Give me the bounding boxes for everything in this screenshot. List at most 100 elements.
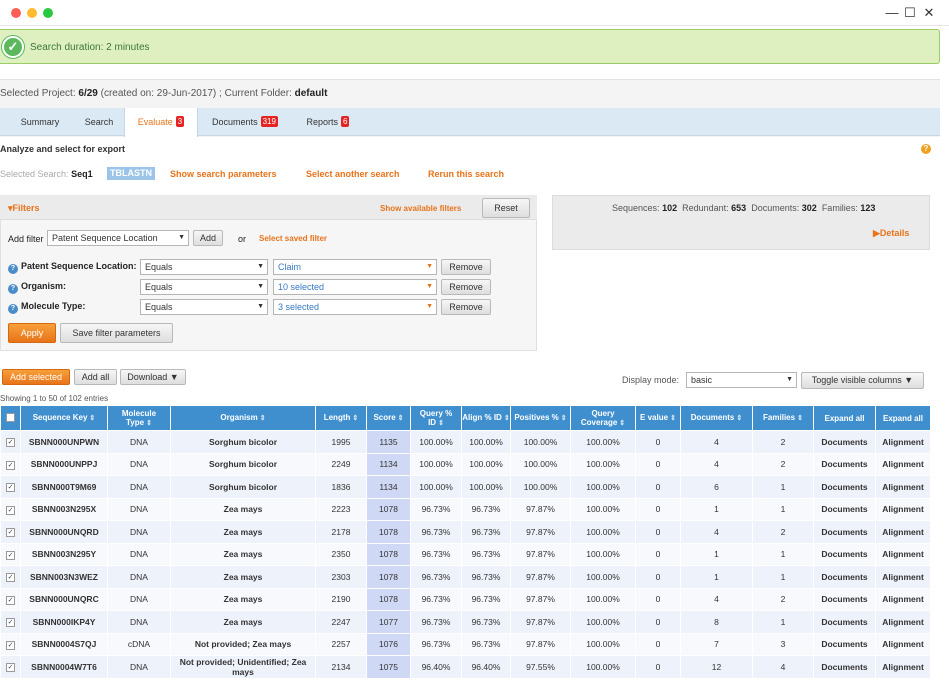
select-saved-filter-link[interactable]: Select saved filter	[259, 234, 327, 243]
col-score[interactable]: Score ⇕	[366, 405, 411, 431]
checkbox[interactable]: ✓	[6, 460, 15, 470]
cell-sequence-key[interactable]: SBNN003N3WEZ	[20, 565, 108, 589]
rerun-search-link[interactable]: Rerun this search	[428, 169, 504, 179]
cell-sequence-key[interactable]: SBNN000UNQRC	[20, 587, 108, 611]
add-selected-button[interactable]: Add selected	[2, 369, 70, 385]
checkbox[interactable]: ✓	[6, 663, 15, 673]
alignment-link[interactable]: Alignment	[875, 520, 931, 544]
col-organism[interactable]: Organism ⇕	[170, 405, 316, 431]
filter-value-organism[interactable]: 10 selected ▼	[273, 279, 437, 295]
documents-link[interactable]: Documents	[813, 587, 876, 611]
col-align-id[interactable]: Align % ID ⇕	[461, 405, 511, 431]
maximize-dot[interactable]	[43, 8, 53, 18]
checkbox[interactable]: ✓	[6, 483, 15, 493]
cell-organism[interactable]: Zea mays	[170, 587, 316, 611]
reset-button[interactable]: Reset	[482, 198, 530, 218]
filter-op-molecule-type[interactable]: Equals ▼	[140, 299, 268, 315]
row-checkbox[interactable]: ✓	[0, 565, 21, 589]
col-families[interactable]: Families ⇕	[752, 405, 814, 431]
checkbox[interactable]: ✓	[6, 640, 15, 650]
col-sequence-key[interactable]: Sequence Key ⇕	[20, 405, 108, 431]
filter-op-organism[interactable]: Equals ▼	[140, 279, 268, 295]
alignment-link[interactable]: Alignment	[875, 610, 931, 634]
col-e-value[interactable]: E value ⇕	[635, 405, 681, 431]
documents-link[interactable]: Documents	[813, 497, 876, 521]
documents-link[interactable]: Documents	[813, 475, 876, 499]
cell-sequence-key[interactable]: SBNN003N295X	[20, 497, 108, 521]
row-checkbox[interactable]: ✓	[0, 430, 21, 454]
checkbox[interactable]: ✓	[6, 595, 15, 605]
select-all-checkbox[interactable]	[0, 405, 21, 431]
download-button[interactable]: Download ▼	[120, 369, 186, 385]
cell-organism[interactable]: Sorghum bicolor	[170, 475, 316, 499]
add-filter-select[interactable]: Patent Sequence Location ▼	[47, 230, 189, 246]
documents-link[interactable]: Documents	[813, 452, 876, 476]
details-link[interactable]: ▶Details	[873, 228, 909, 239]
add-all-button[interactable]: Add all	[74, 369, 117, 385]
show-search-params-link[interactable]: Show search parameters	[170, 169, 277, 179]
remove-filter-button[interactable]: Remove	[441, 259, 491, 275]
checkbox[interactable]: ✓	[6, 618, 15, 628]
checkbox[interactable]: ✓	[6, 550, 15, 560]
col-positives[interactable]: Positives % ⇕	[510, 405, 571, 431]
checkbox[interactable]: ✓	[6, 528, 15, 538]
apply-button[interactable]: Apply	[8, 323, 56, 343]
alignment-link[interactable]: Alignment	[875, 655, 931, 679]
cell-sequence-key[interactable]: SBNN0004S7QJ	[20, 632, 108, 656]
documents-link[interactable]: Documents	[813, 520, 876, 544]
toggle-columns-button[interactable]: Toggle visible columns ▼	[801, 372, 924, 389]
documents-link[interactable]: Documents	[813, 610, 876, 634]
tab-reports[interactable]: Reports 6	[296, 108, 360, 136]
cell-organism[interactable]: Not provided; Zea mays	[170, 632, 316, 656]
cell-organism[interactable]: Zea mays	[170, 497, 316, 521]
remove-filter-button[interactable]: Remove	[441, 299, 491, 315]
tab-summary[interactable]: Summary	[8, 108, 72, 136]
cell-organism[interactable]: Zea mays	[170, 520, 316, 544]
col-query-id[interactable]: Query % ID ⇕	[410, 405, 462, 431]
cell-organism[interactable]: Zea mays	[170, 610, 316, 634]
row-checkbox[interactable]: ✓	[0, 655, 21, 679]
cell-sequence-key[interactable]: SBNN0004W7T6	[20, 655, 108, 679]
alignment-link[interactable]: Alignment	[875, 632, 931, 656]
checkbox[interactable]: ✓	[6, 438, 15, 448]
tab-documents[interactable]: Documents 319	[200, 108, 290, 136]
alignment-link[interactable]: Alignment	[875, 430, 931, 454]
row-checkbox[interactable]: ✓	[0, 520, 21, 544]
col-query-coverage[interactable]: Query Coverage ⇕	[570, 405, 636, 431]
alignment-link[interactable]: Alignment	[875, 587, 931, 611]
alignment-link[interactable]: Alignment	[875, 497, 931, 521]
cell-sequence-key[interactable]: SBNN003N295Y	[20, 542, 108, 566]
col-documents[interactable]: Documents ⇕	[680, 405, 753, 431]
checkbox[interactable]: ✓	[6, 505, 15, 515]
cell-organism[interactable]: Not provided; Unidentified; Zea mays	[170, 655, 316, 679]
cell-sequence-key[interactable]: SBNN000UNPPJ	[20, 452, 108, 476]
expand-all-alignment[interactable]: Expand all	[875, 405, 931, 431]
cell-sequence-key[interactable]: SBNN000UNQRD	[20, 520, 108, 544]
filter-op-patent-location[interactable]: Equals ▼	[140, 259, 268, 275]
tab-evaluate[interactable]: Evaluate 3	[124, 108, 198, 137]
row-checkbox[interactable]: ✓	[0, 587, 21, 611]
cell-organism[interactable]: Zea mays	[170, 565, 316, 589]
minimize-icon[interactable]: —	[884, 5, 900, 21]
row-checkbox[interactable]: ✓	[0, 452, 21, 476]
cell-sequence-key[interactable]: SBNN000UNPWN	[20, 430, 108, 454]
display-mode-select[interactable]: basic ▼	[686, 372, 797, 388]
row-checkbox[interactable]: ✓	[0, 542, 21, 566]
expand-all-documents[interactable]: Expand all	[813, 405, 876, 431]
alignment-link[interactable]: Alignment	[875, 542, 931, 566]
cell-organism[interactable]: Sorghum bicolor	[170, 452, 316, 476]
save-filter-button[interactable]: Save filter parameters	[60, 323, 173, 343]
row-checkbox[interactable]: ✓	[0, 610, 21, 634]
filter-value-patent-location[interactable]: Claim ▼	[273, 259, 437, 275]
help-icon[interactable]: ?	[921, 144, 931, 154]
filter-value-molecule-type[interactable]: 3 selected ▼	[273, 299, 437, 315]
alignment-link[interactable]: Alignment	[875, 475, 931, 499]
cell-sequence-key[interactable]: SBNN000T9M69	[20, 475, 108, 499]
row-checkbox[interactable]: ✓	[0, 632, 21, 656]
col-length[interactable]: Length ⇕	[315, 405, 367, 431]
documents-link[interactable]: Documents	[813, 430, 876, 454]
cell-sequence-key[interactable]: SBNN000IKP4Y	[20, 610, 108, 634]
alignment-link[interactable]: Alignment	[875, 452, 931, 476]
remove-filter-button[interactable]: Remove	[441, 279, 491, 295]
cell-organism[interactable]: Zea mays	[170, 542, 316, 566]
